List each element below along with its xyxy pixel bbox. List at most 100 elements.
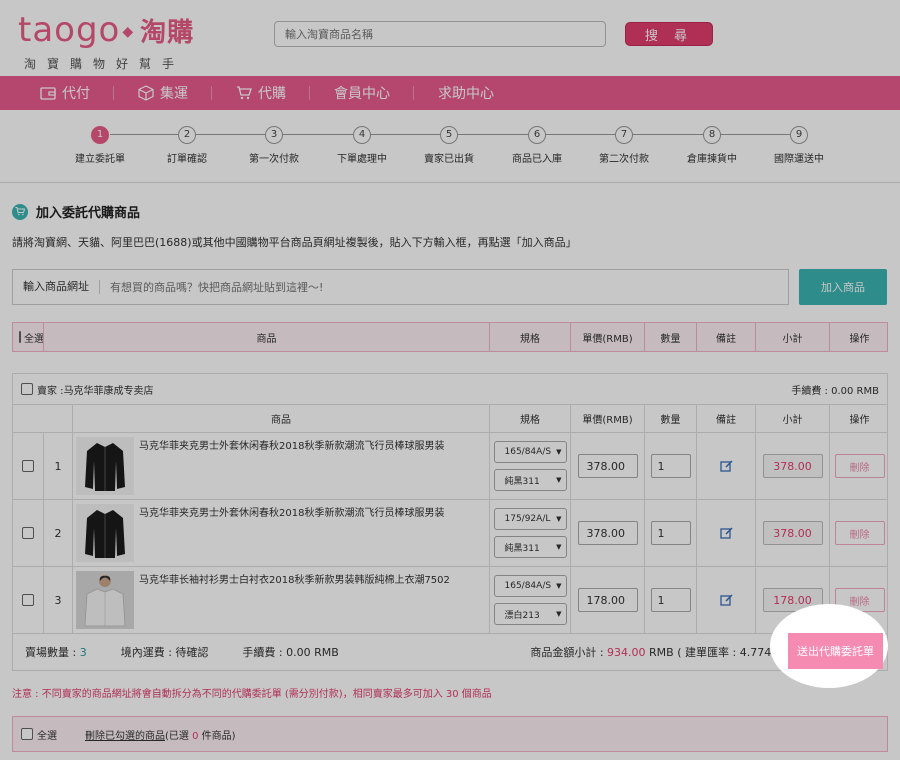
url-label: 輸入商品網址: [23, 280, 100, 294]
seller-name[interactable]: 马克华菲康成专卖店: [64, 382, 154, 397]
item-checkbox[interactable]: [22, 460, 34, 472]
instruction-text: 請將淘寶網、天貓、阿里巴巴(1688)或其他中國購物平台商品頁網址複製後，貼入下…: [12, 236, 577, 249]
search-input[interactable]: [274, 21, 606, 47]
header-quantity: 數量: [644, 323, 696, 351]
quantity-input[interactable]: 1: [650, 588, 691, 612]
select-all-cell: 全選: [13, 323, 44, 351]
step-7: 7 第二次付款: [579, 126, 669, 165]
quantity-input[interactable]: 1: [650, 454, 691, 478]
table-row: 3 马克华菲长袖衬衫男士白衬衣2018秋季新款男装韩版純棉上衣潮7502 165…: [13, 567, 887, 634]
header-note: 備註: [696, 323, 755, 351]
select-all-checkbox[interactable]: [19, 331, 21, 343]
search-button[interactable]: 搜 尋: [625, 22, 713, 46]
domestic-shipping: 境內運費 : 待確認: [120, 646, 209, 659]
header-unit-price: 單價(RMB): [570, 323, 644, 351]
main-nav: 代付 集運 代購 會員中心 求助中心: [0, 76, 900, 110]
nav-item-pay[interactable]: 代付: [0, 76, 114, 110]
nav-label: 代購: [258, 86, 286, 102]
nav-label: 求助中心: [438, 86, 494, 102]
delete-selected-link[interactable]: 刪除已勾選的商品: [85, 727, 165, 742]
seller-checkbox[interactable]: [21, 383, 33, 395]
item-index: 1: [43, 433, 72, 499]
size-select[interactable]: 175/92A/L ▼: [493, 508, 567, 530]
nav-item-shipping[interactable]: 集運: [114, 76, 212, 110]
progress-steps: 1 建立委託單 2 訂單確認 3 第一次付款 4 下單處理中 5 賣家已出貨 6 商品已入庫…: [0, 110, 900, 183]
size-select[interactable]: 165/84A/S ▼: [493, 575, 567, 597]
add-product-button[interactable]: 加入商品: [799, 269, 887, 305]
nav-item-help[interactable]: 求助中心: [414, 76, 518, 110]
service-fee: 手續費 : 0.00 RMB: [242, 646, 339, 659]
quantity-input[interactable]: 1: [650, 521, 691, 545]
table-row: 2 马克华菲夹克男士外套休闲春秋2018秋季新款潮流飞行员棒球服男装 175/9…: [13, 500, 887, 567]
color-select[interactable]: 漂白213 ▼: [493, 603, 567, 625]
cart-header: 全選 商品 規格 單價(RMB) 數量 備註 小計 操作: [12, 322, 888, 352]
delete-button[interactable]: 刪除: [834, 454, 885, 478]
table-row: 1 马克华菲夹克男士外套休闲春秋2018秋季新款潮流飞行员棒球服男装 165/8…: [13, 433, 887, 500]
logo-cn: 淘購: [140, 18, 195, 48]
edit-note-icon[interactable]: [719, 459, 733, 473]
header-product: 商品: [43, 323, 489, 351]
seller-label: 賣家 :: [37, 385, 64, 397]
item-subtotal: 378.00: [762, 454, 823, 478]
total-amount: 934.00: [607, 646, 646, 659]
sub-header-quantity: 數量: [644, 405, 696, 432]
header-subtotal: 小計: [755, 323, 829, 351]
url-box: 輸入商品網址: [12, 269, 789, 305]
seller-block: 賣家 : 马克华菲康成专卖店 手續費 : 0.00 RMB 商品 規格 單價(R…: [12, 373, 888, 671]
price-input[interactable]: 178.00: [577, 588, 638, 612]
section-title: 加入委託代購商品: [12, 202, 888, 221]
logo[interactable]: taogo ◆ 淘購 淘寶購物好幫手: [18, 10, 194, 72]
cart-icon: [237, 86, 252, 100]
sub-header-unit-price: 單價(RMB): [570, 405, 644, 432]
footer-select-all-checkbox[interactable]: [21, 728, 33, 740]
item-checkbox[interactable]: [22, 594, 34, 606]
step-8: 8 倉庫揀貨中: [667, 126, 757, 165]
price-input[interactable]: 378.00: [577, 454, 638, 478]
step-2: 2 訂單確認: [142, 126, 232, 165]
delete-button[interactable]: 刪除: [834, 521, 885, 545]
product-name[interactable]: 马克华菲夹克男士外套休闲春秋2018秋季新款潮流飞行员棒球服男装: [139, 507, 444, 520]
color-select[interactable]: 純黑311 ▼: [493, 536, 567, 558]
shirt-image-icon: [84, 575, 126, 627]
size-select[interactable]: 165/84A/S ▼: [493, 441, 567, 463]
nav-item-purchase[interactable]: 代購: [212, 76, 310, 110]
summary-row: 賣場數量 : 3 境內運費 : 待確認 手續費 : 0.00 RMB 商品金額小…: [13, 634, 887, 670]
main-content: 加入委託代購商品 請將淘寶網、天貓、阿里巴巴(1688)或其他中國購物平台商品頁…: [0, 202, 900, 752]
edit-note-icon[interactable]: [719, 526, 733, 540]
price-input[interactable]: 378.00: [577, 521, 638, 545]
store-count: 賣場數量 : 3: [25, 646, 87, 659]
sub-header-subtotal: 小計: [755, 405, 829, 432]
footer-select-all-label: 全選: [37, 730, 57, 742]
sub-header-spec: 規格: [489, 405, 570, 432]
seller-fee: 0.00 RMB: [831, 385, 879, 397]
sub-header-action: 操作: [829, 405, 889, 432]
edit-note-icon[interactable]: [719, 593, 733, 607]
sub-header-blank: [13, 405, 72, 432]
jacket-image-icon: [85, 443, 125, 491]
item-checkbox[interactable]: [22, 527, 34, 539]
jacket-image-icon: [85, 510, 125, 558]
product-thumbnail[interactable]: [76, 504, 134, 562]
product-thumbnail[interactable]: [76, 571, 134, 629]
header-action: 操作: [829, 323, 889, 351]
product-url-input[interactable]: [110, 280, 788, 294]
url-row: 輸入商品網址 加入商品: [12, 269, 888, 305]
submit-order-button[interactable]: 送出代購委託單: [788, 633, 883, 669]
product-name[interactable]: 马克华菲夹克男士外套休闲春秋2018秋季新款潮流飞行员棒球服男装: [139, 440, 444, 453]
item-index: 3: [43, 567, 72, 633]
product-thumbnail[interactable]: [76, 437, 134, 495]
step-5: 5 賣家已出貨: [404, 126, 494, 165]
logo-en: taogo: [18, 10, 121, 50]
sub-header-note: 備註: [696, 405, 755, 432]
logo-tagline: 淘寶購物好幫手: [24, 57, 186, 71]
step-3: 3 第一次付款: [229, 126, 319, 165]
nav-label: 集運: [160, 86, 188, 102]
seller-fee-label: 手續費 :: [791, 385, 832, 397]
order-total: 商品金額小計 : 934.00 RMB ( 建單匯率 : 4.774 ): [530, 646, 779, 659]
step-4: 4 下單處理中: [317, 126, 407, 165]
item-index: 2: [43, 500, 72, 566]
nav-item-member[interactable]: 會員中心: [310, 76, 414, 110]
color-select[interactable]: 純黑311 ▼: [493, 469, 567, 491]
nav-label: 會員中心: [334, 86, 390, 102]
product-name[interactable]: 马克华菲长袖衬衫男士白衬衣2018秋季新款男装韩版純棉上衣潮7502: [139, 574, 450, 587]
